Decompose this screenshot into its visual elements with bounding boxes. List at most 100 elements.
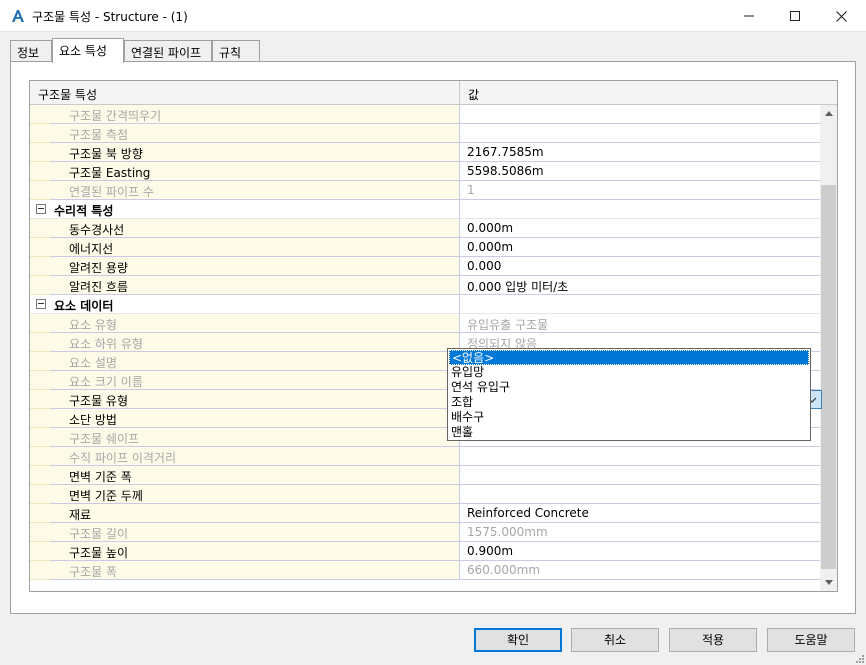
scrollbar-thumb[interactable] — [821, 185, 836, 569]
grid-property-row[interactable]: 구조물 폭 660.000mm — [30, 561, 820, 580]
minimize-button[interactable] — [726, 0, 772, 32]
property-name: 구조물 Easting — [50, 162, 460, 181]
row-indent-strip — [30, 561, 50, 580]
grid-property-row[interactable]: 알려진 흐름 0.000 입방 미터/초 — [30, 276, 820, 295]
property-value[interactable]: 5598.5086m — [460, 162, 820, 181]
grid-property-row[interactable]: 면벽 기준 두께 — [30, 485, 820, 504]
property-name: 요소 크기 이름 — [50, 371, 460, 390]
dropdown-option[interactable]: 유입망 — [449, 365, 809, 380]
property-value[interactable]: 2167.7585m — [460, 143, 820, 162]
grid-property-row[interactable]: 요소 유형 유입유출 구조물 — [30, 314, 820, 333]
grid-property-row[interactable]: 구조물 간격띄우기 — [30, 105, 820, 124]
property-value — [460, 105, 820, 124]
grid-property-row[interactable]: 연결된 파이프 수1 — [30, 181, 820, 200]
property-value: 1 — [460, 181, 820, 200]
property-value[interactable]: 0.000m — [460, 238, 820, 257]
grid-header: 구조물 특성 값 — [30, 81, 837, 105]
property-name: 구조물 간격띄우기 — [50, 105, 460, 124]
ok-button[interactable]: 확인 — [474, 628, 562, 652]
grid-property-row[interactable]: 수직 파이프 이격거리 — [30, 447, 820, 466]
property-value[interactable]: 0.000 — [460, 257, 820, 276]
dropdown-option[interactable]: 연석 유입구 — [449, 380, 809, 395]
row-indent-strip — [30, 428, 50, 447]
row-indent-strip — [30, 352, 50, 371]
tab-part-properties[interactable]: 요소 특성 — [52, 38, 124, 63]
property-name: 알려진 용량 — [50, 257, 460, 276]
property-name: 알려진 흐름 — [50, 276, 460, 295]
row-indent-strip — [30, 466, 50, 485]
property-value[interactable]: Reinforced Concrete — [460, 504, 820, 523]
row-indent-strip — [30, 542, 50, 561]
row-indent-strip — [30, 390, 50, 409]
column-header-value[interactable]: 값 — [460, 81, 820, 105]
property-value[interactable]: 0.000m — [460, 219, 820, 238]
help-button[interactable]: 도움말 — [767, 628, 855, 652]
window-title: 구조물 특성 - Structure - (1) — [32, 10, 188, 24]
dropdown-option[interactable]: 배수구 — [449, 410, 809, 425]
vertical-scrollbar[interactable] — [820, 105, 837, 591]
column-header-property[interactable]: 구조물 특성 — [30, 81, 460, 105]
property-value — [460, 295, 820, 314]
property-name: 구조물 폭 — [50, 561, 460, 580]
scroll-down-arrow[interactable] — [820, 574, 837, 591]
tab-connected-pipes[interactable]: 연결된 파이프 — [124, 40, 212, 62]
row-indent-strip — [30, 333, 50, 352]
row-indent-strip — [30, 124, 50, 143]
category-label: 수리적 특성 — [50, 200, 460, 219]
property-name: 면벽 기준 폭 — [50, 466, 460, 485]
collapse-toggle-icon[interactable] — [36, 204, 46, 214]
row-indent-strip — [30, 314, 50, 333]
grid-property-row[interactable]: 구조물 Easting 5598.5086m — [30, 162, 820, 181]
collapse-toggle-icon[interactable] — [36, 299, 46, 309]
grid-category-row[interactable]: 요소 데이터 — [30, 295, 820, 314]
close-button[interactable] — [818, 0, 864, 32]
dropdown-option[interactable]: 맨홀 — [449, 425, 809, 440]
property-value[interactable]: 0.900m — [460, 542, 820, 561]
apply-button[interactable]: 적용 — [669, 628, 757, 652]
property-name: 구조물 길이 — [50, 523, 460, 542]
structure-type-dropdown-list[interactable]: <없음> 유입망 연석 유입구 조합 배수구 맨홀 — [447, 348, 811, 441]
property-name: 동수경사선 — [50, 219, 460, 238]
row-indent-strip — [30, 409, 50, 428]
property-value[interactable]: 0.000 입방 미터/초 — [460, 276, 820, 295]
property-name: 재료 — [50, 504, 460, 523]
row-indent-strip — [30, 504, 50, 523]
property-name: 요소 하위 유형 — [50, 333, 460, 352]
row-indent-strip — [30, 219, 50, 238]
property-value[interactable] — [460, 485, 820, 504]
tab-rules[interactable]: 규칙 — [212, 40, 260, 62]
grid-property-row[interactable]: 구조물 측점 — [30, 124, 820, 143]
dropdown-option[interactable]: 조합 — [449, 395, 809, 410]
grid-category-row[interactable]: 수리적 특성 — [30, 200, 820, 219]
grid-property-row[interactable]: 구조물 북 방향 2167.7585m — [30, 143, 820, 162]
property-value: 1575.000mm — [460, 523, 820, 542]
cancel-button[interactable]: 취소 — [571, 628, 659, 652]
grid-property-row[interactable]: 구조물 길이 1575.000mm — [30, 523, 820, 542]
property-name: 구조물 측점 — [50, 124, 460, 143]
grid-property-row[interactable]: 알려진 용량 0.000 — [30, 257, 820, 276]
caret-down-icon — [824, 580, 833, 585]
row-indent-strip — [30, 276, 50, 295]
tab-info[interactable]: 정보 — [10, 40, 52, 62]
property-value[interactable] — [460, 466, 820, 485]
property-name: 에너지선 — [50, 238, 460, 257]
tab-panel: 구조물 특성 값 구조물 간격띄우기 구조물 측점 구조물 북 방향 2167.758… — [10, 61, 856, 614]
property-value — [460, 447, 820, 466]
property-name: 구조물 유형 — [50, 390, 460, 409]
resize-grip-icon[interactable] — [854, 653, 864, 663]
grid-property-row[interactable]: 에너지선 0.000m — [30, 238, 820, 257]
grid-property-row[interactable]: 동수경사선 0.000m — [30, 219, 820, 238]
grid-property-row[interactable]: 구조물 높이 0.900m — [30, 542, 820, 561]
property-name: 연결된 파이프 수 — [50, 181, 460, 200]
row-indent-strip — [30, 238, 50, 257]
dropdown-option[interactable]: <없음> — [449, 350, 809, 365]
maximize-button[interactable] — [772, 0, 818, 32]
property-name: 면벽 기준 두께 — [50, 485, 460, 504]
property-value — [460, 124, 820, 143]
scroll-up-arrow[interactable] — [820, 105, 837, 122]
grid-property-row[interactable]: 면벽 기준 폭 — [30, 466, 820, 485]
row-indent-strip — [30, 257, 50, 276]
property-name: 구조물 북 방향 — [50, 143, 460, 162]
property-grid: 구조물 특성 값 구조물 간격띄우기 구조물 측점 구조물 북 방향 2167.758… — [29, 80, 838, 592]
grid-property-row[interactable]: 재료 Reinforced Concrete — [30, 504, 820, 523]
